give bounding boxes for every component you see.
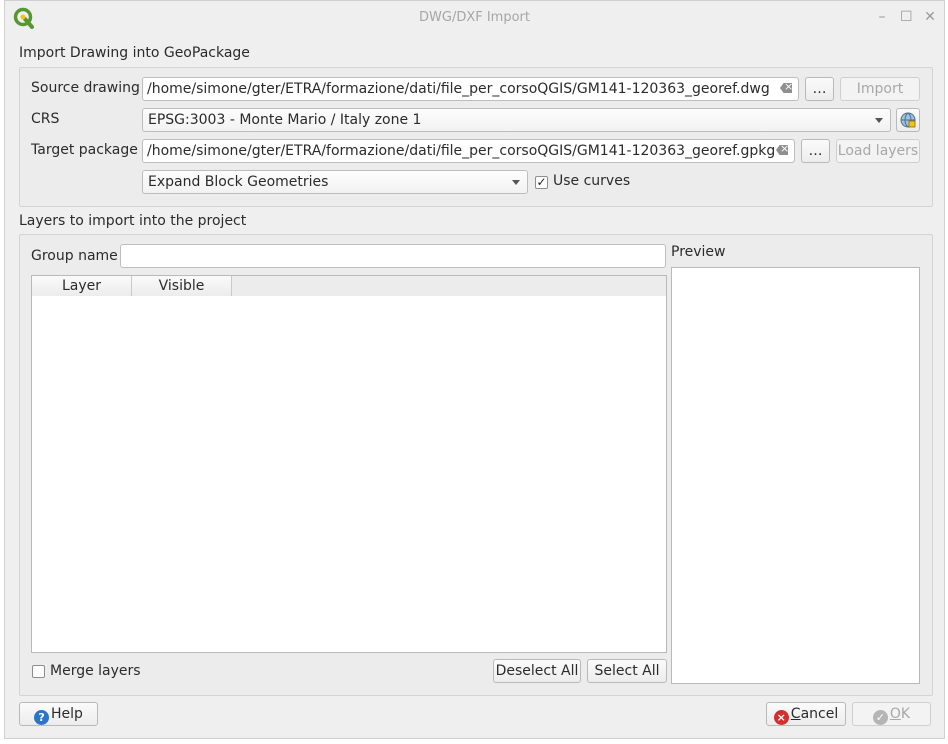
browse-source-button[interactable]: … <box>805 77 834 101</box>
import-button[interactable]: Import <box>840 77 920 101</box>
crs-value: EPSG:3003 - Monte Mario / Italy zone 1 <box>148 112 422 128</box>
deselect-all-button[interactable]: Deselect All <box>493 659 581 683</box>
merge-layers-checkbox[interactable] <box>32 665 45 678</box>
help-icon: ? <box>34 710 50 725</box>
import-section-title: Import Drawing into GeoPackage <box>19 45 250 61</box>
help-button[interactable]: ? Help <box>19 702 98 726</box>
merge-layers-label: Merge layers <box>50 663 141 679</box>
block-mode-value: Expand Block Geometries <box>148 174 329 190</box>
table-header: Layer Visible <box>32 276 666 296</box>
cancel-button-label: ancel <box>800 706 839 722</box>
cancel-button-mnemonic: C <box>790 706 801 722</box>
cancel-button[interactable]: × Cancel <box>766 702 846 726</box>
clear-icon[interactable] <box>776 145 788 155</box>
source-drawing-label: Source drawing <box>31 80 140 96</box>
target-package-value: /home/simone/gter/ETRA/formazione/dati/f… <box>147 143 776 159</box>
column-header-visible[interactable]: Visible <box>132 276 232 296</box>
dwg-import-dialog: DWG/DXF Import – ☐ ✕ Import Drawing into… <box>4 0 945 739</box>
use-curves-label: Use curves <box>553 173 631 189</box>
cancel-icon: × <box>773 710 789 725</box>
ok-button[interactable]: ✓ OK <box>852 702 931 726</box>
target-package-input[interactable]: /home/simone/gter/ETRA/formazione/dati/f… <box>142 139 795 163</box>
preview-canvas[interactable] <box>671 267 920 684</box>
source-drawing-value: /home/simone/gter/ETRA/formazione/dati/f… <box>147 81 770 97</box>
column-header-layer[interactable]: Layer <box>32 276 132 296</box>
target-package-label: Target package <box>31 142 138 158</box>
crs-label: CRS <box>31 111 60 127</box>
minimize-icon[interactable]: – <box>876 9 888 25</box>
group-name-input[interactable] <box>120 244 666 268</box>
chevron-down-icon <box>875 118 883 123</box>
crs-select-button[interactable] <box>896 108 920 132</box>
layers-table[interactable]: Layer Visible <box>31 275 667 653</box>
preview-label: Preview <box>671 244 726 260</box>
close-icon[interactable]: ✕ <box>924 9 936 25</box>
globe-icon <box>900 112 916 128</box>
use-curves-checkbox[interactable]: ✓ <box>535 176 548 189</box>
block-mode-selector[interactable]: Expand Block Geometries <box>142 170 528 194</box>
clear-icon[interactable] <box>780 83 792 93</box>
ok-button-label: K <box>900 706 911 722</box>
select-all-button[interactable]: Select All <box>587 659 667 683</box>
ok-icon: ✓ <box>872 710 888 725</box>
source-drawing-input[interactable]: /home/simone/gter/ETRA/formazione/dati/f… <box>142 77 799 101</box>
layers-section-title: Layers to import into the project <box>19 213 247 229</box>
browse-target-button[interactable]: … <box>801 139 830 163</box>
window-title: DWG/DXF Import <box>419 10 530 25</box>
group-name-label: Group name <box>31 248 118 264</box>
title-bar[interactable]: DWG/DXF Import – ☐ ✕ <box>5 1 944 35</box>
ok-button-mnemonic: O <box>889 706 901 722</box>
load-layers-button[interactable]: Load layers <box>836 139 920 163</box>
help-button-label: Help <box>51 706 83 722</box>
crs-selector[interactable]: EPSG:3003 - Monte Mario / Italy zone 1 <box>142 108 891 132</box>
maximize-icon[interactable]: ☐ <box>900 9 913 25</box>
chevron-down-icon <box>512 180 520 185</box>
